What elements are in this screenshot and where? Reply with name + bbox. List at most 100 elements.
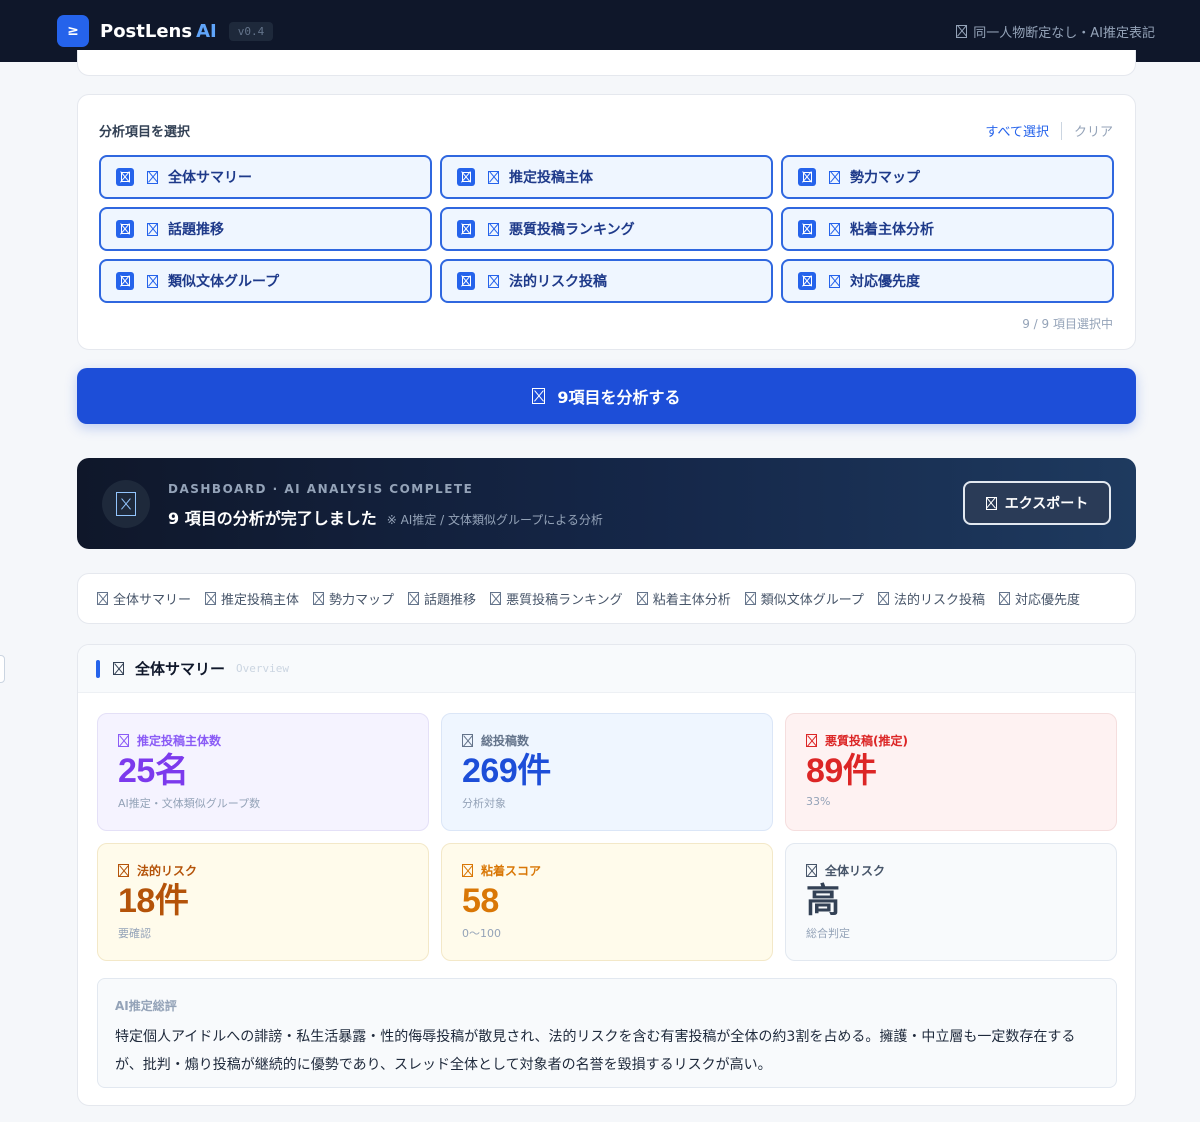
item-icon — [147, 170, 158, 184]
analysis-item-option[interactable]: 悪質投稿ランキング — [440, 207, 773, 251]
previous-card-bottom — [77, 50, 1136, 76]
version-badge: v0.4 — [228, 21, 274, 41]
item-icon — [488, 274, 499, 288]
analysis-item-option[interactable]: 対応優先度 — [781, 259, 1114, 303]
section-tab-bar: 全体サマリー 推定投稿主体 勢力マップ 話題推移 悪質投稿ランキング 粘着主体分析 類似文体… — [77, 573, 1136, 624]
stat-card: 粘着スコア 58 0〜100 — [441, 843, 773, 961]
section-tab[interactable]: 法的リスク投稿 — [877, 589, 985, 608]
item-label: 話題推移 — [168, 222, 224, 238]
stat-icon — [118, 864, 129, 877]
checkbox-checked-icon[interactable] — [798, 168, 816, 186]
tab-label: 話題推移 — [424, 593, 477, 608]
stat-card: 推定投稿主体数 25名 AI推定・文体類似グループ数 — [97, 713, 429, 831]
analysis-item-option[interactable]: 勢力マップ — [781, 155, 1114, 199]
checkbox-checked-icon[interactable] — [798, 220, 816, 238]
tab-icon — [744, 592, 756, 605]
select-all-link[interactable]: すべて選択 — [985, 121, 1049, 140]
clear-link[interactable]: クリア — [1074, 121, 1113, 140]
analyze-icon — [532, 388, 546, 404]
item-label: 法的リスク投稿 — [509, 274, 607, 290]
item-label: 類似文体グループ — [168, 274, 280, 290]
analysis-item-option[interactable]: 全体サマリー — [99, 155, 432, 199]
tab-icon — [636, 592, 648, 605]
section-tab[interactable]: 話題推移 — [408, 589, 476, 608]
stat-value: 25名 — [118, 752, 189, 790]
selector-title: 分析項目を選択 — [99, 125, 191, 140]
item-icon — [147, 222, 158, 236]
checkbox-checked-icon[interactable] — [116, 220, 134, 238]
tab-icon — [408, 592, 420, 605]
stat-label: 悪質投稿(推定) — [806, 732, 1116, 749]
section-tab[interactable]: 対応優先度 — [998, 589, 1080, 608]
stat-value: 58 — [462, 882, 499, 920]
tab-label: 類似文体グループ — [760, 593, 864, 608]
overview-section: 全体サマリー Overview 推定投稿主体数 25名 AI推定・文体類似グループ数… — [77, 644, 1136, 1106]
tab-label: 推定投稿主体 — [221, 593, 300, 608]
tab-label: 対応優先度 — [1014, 593, 1080, 608]
checkbox-checked-icon[interactable] — [116, 272, 134, 290]
tab-icon — [97, 592, 108, 605]
tab-icon — [490, 592, 502, 605]
placeholder-icon — [956, 24, 968, 38]
section-tab[interactable]: 勢力マップ — [313, 589, 394, 608]
stat-caption: 0〜100 — [462, 927, 501, 940]
stat-caption: 33% — [806, 795, 831, 808]
checkbox-checked-icon[interactable] — [116, 168, 134, 186]
dashboard-icon — [102, 480, 150, 528]
analysis-item-option[interactable]: 粘着主体分析 — [781, 207, 1114, 251]
checkbox-checked-icon[interactable] — [457, 220, 475, 238]
tab-icon — [205, 592, 217, 605]
stat-caption: 総合判定 — [806, 927, 850, 940]
section-tab[interactable]: 類似文体グループ — [744, 589, 864, 608]
stat-caption: 分析対象 — [462, 797, 506, 810]
stat-label: 総投稿数 — [462, 732, 772, 749]
stat-icon — [462, 734, 473, 747]
tab-icon — [313, 592, 325, 605]
export-icon — [985, 496, 997, 510]
section-tab[interactable]: 推定投稿主体 — [205, 589, 299, 608]
ai-review-box: AI推定総評 特定個人アイドルへの誹謗・私生活暴露・性的侮辱投稿が散見され、法的… — [97, 978, 1117, 1088]
stat-card: 悪質投稿(推定) 89件 33% — [785, 713, 1117, 831]
item-label: 悪質投稿ランキング — [509, 222, 635, 238]
stat-caption: AI推定・文体類似グループ数 — [118, 797, 261, 810]
section-subtitle: Overview — [236, 662, 289, 675]
stat-label: 推定投稿主体数 — [118, 732, 428, 749]
stat-value: 89件 — [806, 752, 877, 790]
review-text: 特定個人アイドルへの誹謗・私生活暴露・性的侮辱投稿が散見され、法的リスクを含む有… — [115, 1029, 1076, 1073]
dashboard-note: ※ AI推定 / 文体類似グループによる分析 — [386, 513, 603, 527]
section-tab[interactable]: 悪質投稿ランキング — [490, 589, 623, 608]
side-drawer-handle[interactable] — [0, 655, 5, 683]
analysis-item-option[interactable]: 類似文体グループ — [99, 259, 432, 303]
tab-label: 悪質投稿ランキング — [506, 593, 623, 608]
analysis-item-option[interactable]: 法的リスク投稿 — [440, 259, 773, 303]
stat-label: 粘着スコア — [462, 862, 772, 879]
section-accent-bar — [96, 659, 100, 678]
dashboard-kicker: DASHBOARD · AI ANALYSIS COMPLETE — [168, 482, 474, 496]
checkbox-checked-icon[interactable] — [798, 272, 816, 290]
analyze-button[interactable]: 9項目を分析する — [77, 368, 1136, 424]
analysis-item-option[interactable]: 話題推移 — [99, 207, 432, 251]
section-icon — [113, 662, 124, 675]
disclaimer-note: 同一人物断定なし・AI推定表記 — [956, 22, 1155, 41]
item-icon — [829, 222, 840, 236]
item-label: 対応優先度 — [850, 274, 920, 290]
item-icon — [488, 170, 499, 184]
item-icon — [829, 274, 840, 288]
item-label: 勢力マップ — [850, 170, 920, 186]
stat-value: 269件 — [462, 752, 551, 790]
checkbox-checked-icon[interactable] — [457, 272, 475, 290]
logo-icon[interactable]: ≥ — [57, 15, 89, 47]
section-title: 全体サマリー — [135, 660, 226, 678]
stat-caption: 要確認 — [118, 927, 151, 940]
checkbox-checked-icon[interactable] — [457, 168, 475, 186]
section-tab[interactable]: 全体サマリー — [97, 589, 191, 608]
section-tab[interactable]: 粘着主体分析 — [636, 589, 731, 608]
item-icon — [829, 170, 840, 184]
brand-name[interactable]: PostLens AI — [100, 21, 217, 42]
dashboard-banner: DASHBOARD · AI ANALYSIS COMPLETE 9 項目の分析… — [77, 458, 1136, 549]
export-button[interactable]: エクスポート — [963, 481, 1111, 525]
item-icon — [488, 222, 499, 236]
selector-actions: すべて選択 クリア — [985, 121, 1113, 140]
stat-card: 全体リスク高総合判定 — [785, 843, 1117, 961]
analysis-item-option[interactable]: 推定投稿主体 — [440, 155, 773, 199]
